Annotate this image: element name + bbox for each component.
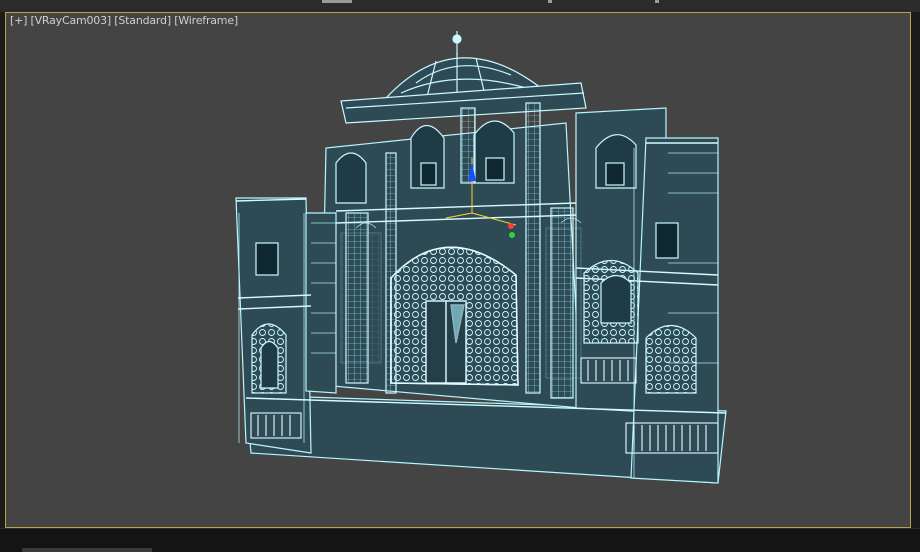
toolbar-tab-marker — [548, 0, 552, 3]
bottom-timeline-bar — [0, 528, 920, 552]
toolbar-tab-marker — [655, 0, 659, 3]
viewport-shading-menu[interactable]: [Standard] — [114, 14, 171, 27]
central-jali-arch — [390, 246, 519, 386]
viewport-label: [+] [VRayCam003] [Standard] [Wireframe] — [10, 14, 238, 27]
toolbar-tab-active[interactable] — [322, 0, 352, 3]
top-toolbar-strip — [0, 0, 920, 12]
timeline-slider-thumb[interactable] — [22, 548, 152, 552]
viewport-plus-menu[interactable]: [+] — [10, 14, 27, 27]
viewport-perspective[interactable]: [+] [VRayCam003] [Standard] [Wireframe] — [5, 12, 911, 528]
viewport-camera-menu[interactable]: [VRayCam003] — [31, 14, 112, 27]
viewport-mode-menu[interactable]: [Wireframe] — [174, 14, 238, 27]
wireframe-scene[interactable] — [6, 13, 910, 527]
